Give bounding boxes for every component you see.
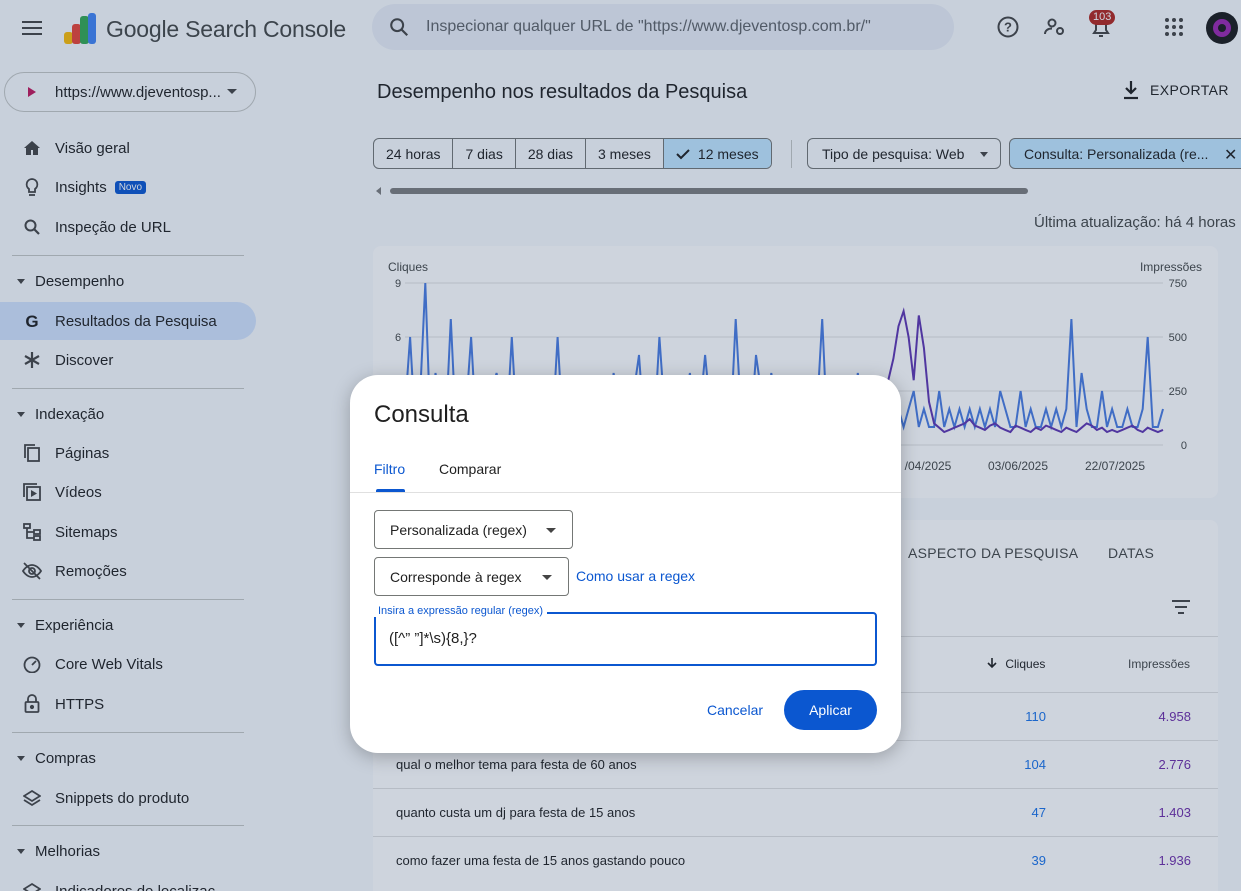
regex-input[interactable] — [389, 630, 859, 647]
cancel-button[interactable]: Cancelar — [696, 690, 774, 730]
filter-type-value: Personalizada (regex) — [390, 521, 527, 538]
match-type-select[interactable]: Corresponde à regex — [374, 557, 569, 596]
match-type-value: Corresponde à regex — [390, 568, 522, 585]
regex-field-label: Insira a expressão regular (regex) — [374, 605, 548, 617]
filter-type-select[interactable]: Personalizada (regex) — [374, 510, 573, 549]
dialog-divider — [350, 492, 901, 493]
tab-compare[interactable]: Comparar — [439, 461, 501, 477]
chevron-down-icon — [546, 528, 556, 533]
query-dialog: Consulta Filtro Comparar Personalizada (… — [350, 375, 901, 753]
regex-help-link[interactable]: Como usar a regex — [576, 568, 695, 584]
apply-button[interactable]: Aplicar — [784, 690, 877, 730]
chevron-down-icon — [542, 575, 552, 580]
dialog-title: Consulta — [374, 401, 469, 428]
tab-filter[interactable]: Filtro — [374, 461, 405, 477]
